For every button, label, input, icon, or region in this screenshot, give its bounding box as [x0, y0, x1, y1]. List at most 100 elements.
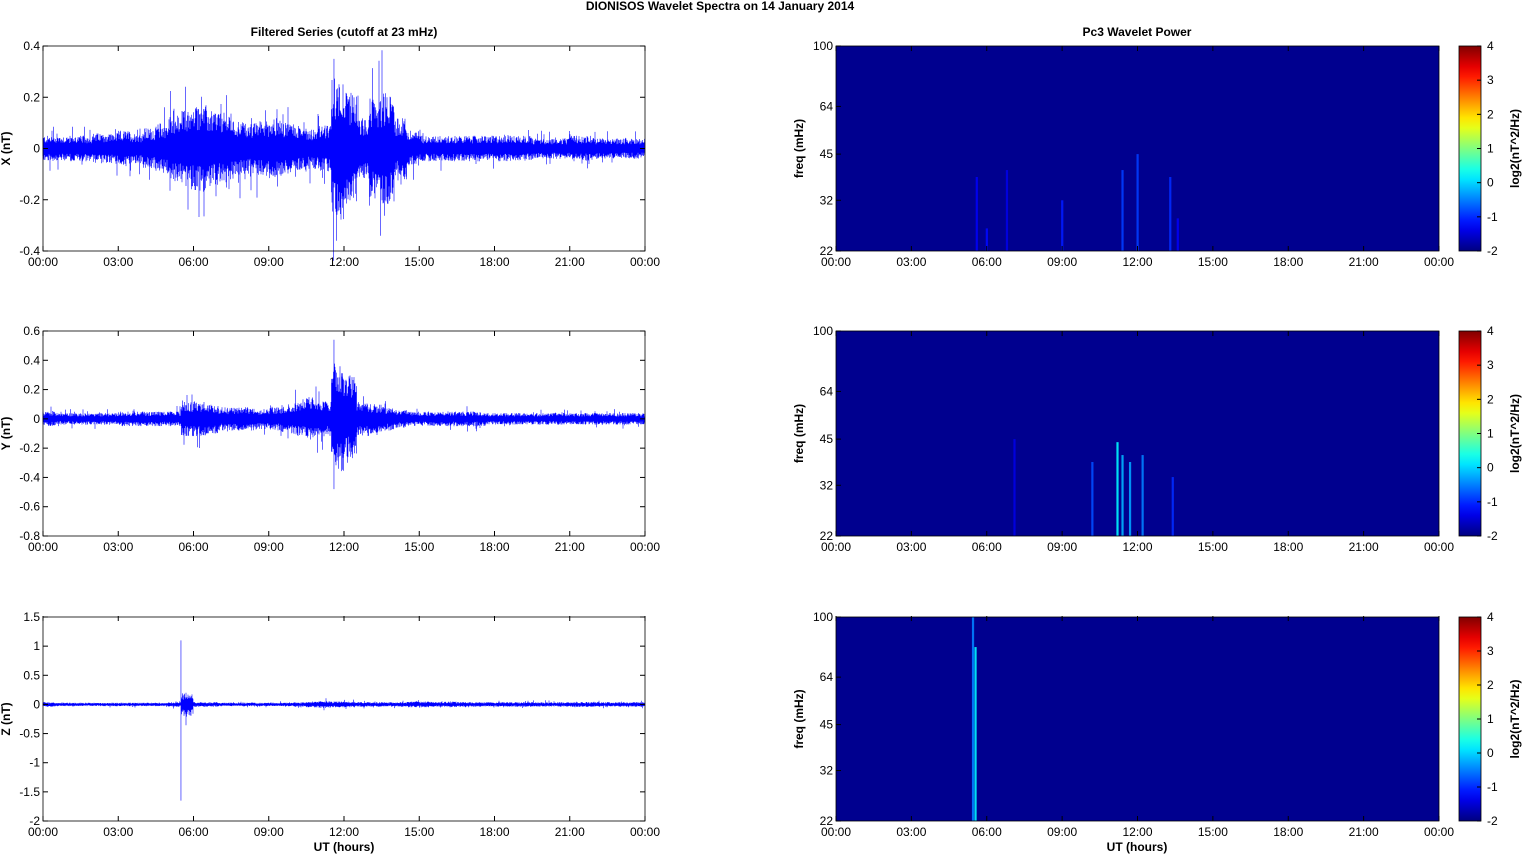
x-tick-label-X: 12:00 [329, 255, 359, 269]
y-tick-label: 1.5 [23, 610, 40, 624]
x-tick-label-Y: 18:00 [479, 540, 509, 554]
power-burst [1013, 439, 1016, 536]
x-tick-label-X: 00:00 [821, 255, 851, 269]
x-tick-label-X: 06:00 [972, 255, 1002, 269]
colorbar-tick-label: 3 [1487, 358, 1494, 372]
x-tick-label-X: 21:00 [555, 255, 585, 269]
colorbar-tick-label: -2 [1487, 529, 1498, 543]
y-tick-label: 64 [820, 99, 834, 113]
y-tick-label: -1 [29, 756, 40, 770]
x-tick-label-X: 03:00 [896, 255, 926, 269]
y-tick-label: -0.6 [19, 500, 40, 514]
y-tick-label: 0.6 [23, 324, 40, 338]
colorbar-tick-label: 3 [1487, 73, 1494, 87]
x-tick-label-X: 21:00 [1349, 255, 1379, 269]
spectrogram-Z: 10064453222freq (mHz)43210-1-2log2(nT^2/… [792, 610, 1522, 828]
spectrogram-background [836, 617, 1439, 821]
colorbar-tick-label: 4 [1487, 324, 1494, 338]
plot-area [43, 617, 645, 821]
power-burst [1005, 170, 1009, 251]
x-tick-label-Z: 03:00 [896, 825, 926, 839]
figure-title: DIONISOS Wavelet Spectra on 14 January 2… [586, 0, 855, 13]
left-xlabel: UT (hours) [314, 840, 375, 854]
y-tick-label: 1 [33, 639, 40, 653]
x-tick-label-Y: 06:00 [178, 540, 208, 554]
colorbar-label: log2(nT^2/Hz) [1508, 394, 1522, 473]
y-tick-label: 45 [820, 718, 834, 732]
power-burst [1121, 170, 1124, 251]
y-axis-label: X (nT) [0, 132, 13, 166]
y-tick-label: 45 [820, 147, 834, 161]
timeseries-X: 0.40.20-0.2-0.4X (nT) [0, 39, 646, 261]
x-tick-label-Z: 06:00 [972, 825, 1002, 839]
y-tick-label: 32 [820, 478, 834, 492]
x-tick-label-X: 00:00 [28, 255, 58, 269]
x-tick-label-Z: 00:00 [28, 825, 58, 839]
y-axis-label: freq (mHz) [792, 404, 806, 463]
y-tick-label: 100 [813, 39, 833, 53]
y-tick-label: 100 [813, 610, 833, 624]
x-tick-label-Y: 12:00 [329, 540, 359, 554]
x-tick-label-X: 06:00 [178, 255, 208, 269]
x-tick-label-Z: 00:00 [1424, 825, 1454, 839]
x-tick-label-Z: 15:00 [1198, 825, 1228, 839]
timeseries-Y: 0.60.40.20-0.2-0.4-0.6-0.8Y (nT) [0, 324, 646, 543]
x-tick-label-X: 03:00 [103, 255, 133, 269]
colorbar-tick-label: 1 [1487, 142, 1494, 156]
y-axis-label: freq (mHz) [792, 689, 806, 748]
x-tick-label-Y: 00:00 [630, 540, 660, 554]
power-burst [1169, 177, 1172, 251]
spectrogram-X: 10064453222freq (mHz)43210-1-2log2(nT^2/… [792, 39, 1522, 258]
y-tick-label: 0 [33, 697, 40, 711]
figure: DIONISOS Wavelet Spectra on 14 January 2… [0, 0, 1525, 854]
x-tick-label-X: 00:00 [1424, 255, 1454, 269]
x-tick-label-Z: 00:00 [630, 825, 660, 839]
x-tick-label-Y: 09:00 [1047, 540, 1077, 554]
power-burst [1141, 455, 1144, 536]
x-tick-label-Z: 12:00 [1122, 825, 1152, 839]
x-tick-label-Y: 21:00 [555, 540, 585, 554]
x-tick-label-Z: 03:00 [103, 825, 133, 839]
x-tick-label-X: 15:00 [404, 255, 434, 269]
y-tick-label: 0.4 [23, 353, 40, 367]
y-tick-label: 0.4 [23, 39, 40, 53]
x-tick-label-Z: 18:00 [1273, 825, 1303, 839]
colorbar-tick-label: -1 [1487, 210, 1498, 224]
power-burst [1116, 442, 1119, 536]
y-tick-label: 0 [33, 142, 40, 156]
x-tick-label-Z: 12:00 [329, 825, 359, 839]
colorbar-label: log2(nT^2/Hz) [1508, 679, 1522, 758]
y-tick-label: 32 [820, 764, 834, 778]
power-burst [974, 647, 977, 821]
power-burst [1061, 200, 1064, 251]
y-tick-label: 0.2 [23, 383, 40, 397]
colorbar-tick-label: 4 [1487, 610, 1494, 624]
x-tick-label-Z: 18:00 [479, 825, 509, 839]
colorbar-tick-label: -2 [1487, 814, 1498, 828]
colorbar-tick-label: 0 [1487, 461, 1494, 475]
power-burst [1128, 462, 1132, 536]
colorbar-tick-label: -1 [1487, 495, 1498, 509]
colorbar-tick-label: 1 [1487, 712, 1494, 726]
x-tick-label-Y: 03:00 [896, 540, 926, 554]
x-tick-label-Y: 15:00 [1198, 540, 1228, 554]
y-axis-label: Y (nT) [0, 417, 13, 451]
x-tick-label-Y: 00:00 [28, 540, 58, 554]
y-tick-label: 0.2 [23, 90, 40, 104]
y-tick-label: -0.2 [19, 441, 40, 455]
y-tick-label: 100 [813, 324, 833, 338]
colorbar-tick-label: 4 [1487, 39, 1494, 53]
x-tick-label-Y: 00:00 [1424, 540, 1454, 554]
x-tick-label-X: 15:00 [1198, 255, 1228, 269]
colorbar-tick-label: 2 [1487, 678, 1494, 692]
spectrogram-Y: 10064453222freq (mHz)43210-1-2log2(nT^2/… [792, 324, 1522, 543]
spectrogram-background [836, 331, 1439, 536]
y-tick-label: 64 [820, 670, 834, 684]
x-tick-label-Y: 15:00 [404, 540, 434, 554]
x-tick-label-Z: 09:00 [254, 825, 284, 839]
x-tick-label-Y: 12:00 [1122, 540, 1152, 554]
power-burst [1171, 477, 1174, 536]
right-column-title: Pc3 Wavelet Power [1083, 25, 1192, 39]
right-xlabel: UT (hours) [1107, 840, 1168, 854]
left-column-title: Filtered Series (cutoff at 23 mHz) [251, 25, 438, 39]
